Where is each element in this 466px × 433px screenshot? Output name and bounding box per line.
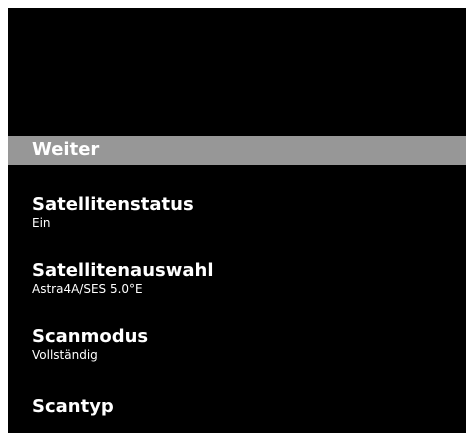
menu-item-value: Vollständig: [32, 348, 98, 362]
menu-item-satellitenauswahl[interactable]: Satellitenauswahl Astra4A/SES 5.0°E: [32, 260, 214, 297]
menu-item-title: Scantyp: [32, 396, 114, 417]
menu-item-scantyp[interactable]: Scantyp: [32, 396, 114, 418]
menu-item-value: Astra4A/SES 5.0°E: [32, 282, 143, 296]
tv-menu-panel: Weiter Satellitenstatus Ein Satellitenau…: [8, 8, 466, 433]
menu-item-weiter-label: Weiter: [32, 139, 100, 160]
menu-item-title: Satellitenauswahl: [32, 260, 214, 281]
menu-item-title: Scanmodus: [32, 326, 149, 347]
menu-item-value: Ein: [32, 216, 51, 230]
menu-item-scanmodus[interactable]: Scanmodus Vollständig: [32, 326, 148, 363]
menu-item-satellitenstatus[interactable]: Satellitenstatus Ein: [32, 194, 194, 231]
menu-item-title: Satellitenstatus: [32, 194, 194, 215]
